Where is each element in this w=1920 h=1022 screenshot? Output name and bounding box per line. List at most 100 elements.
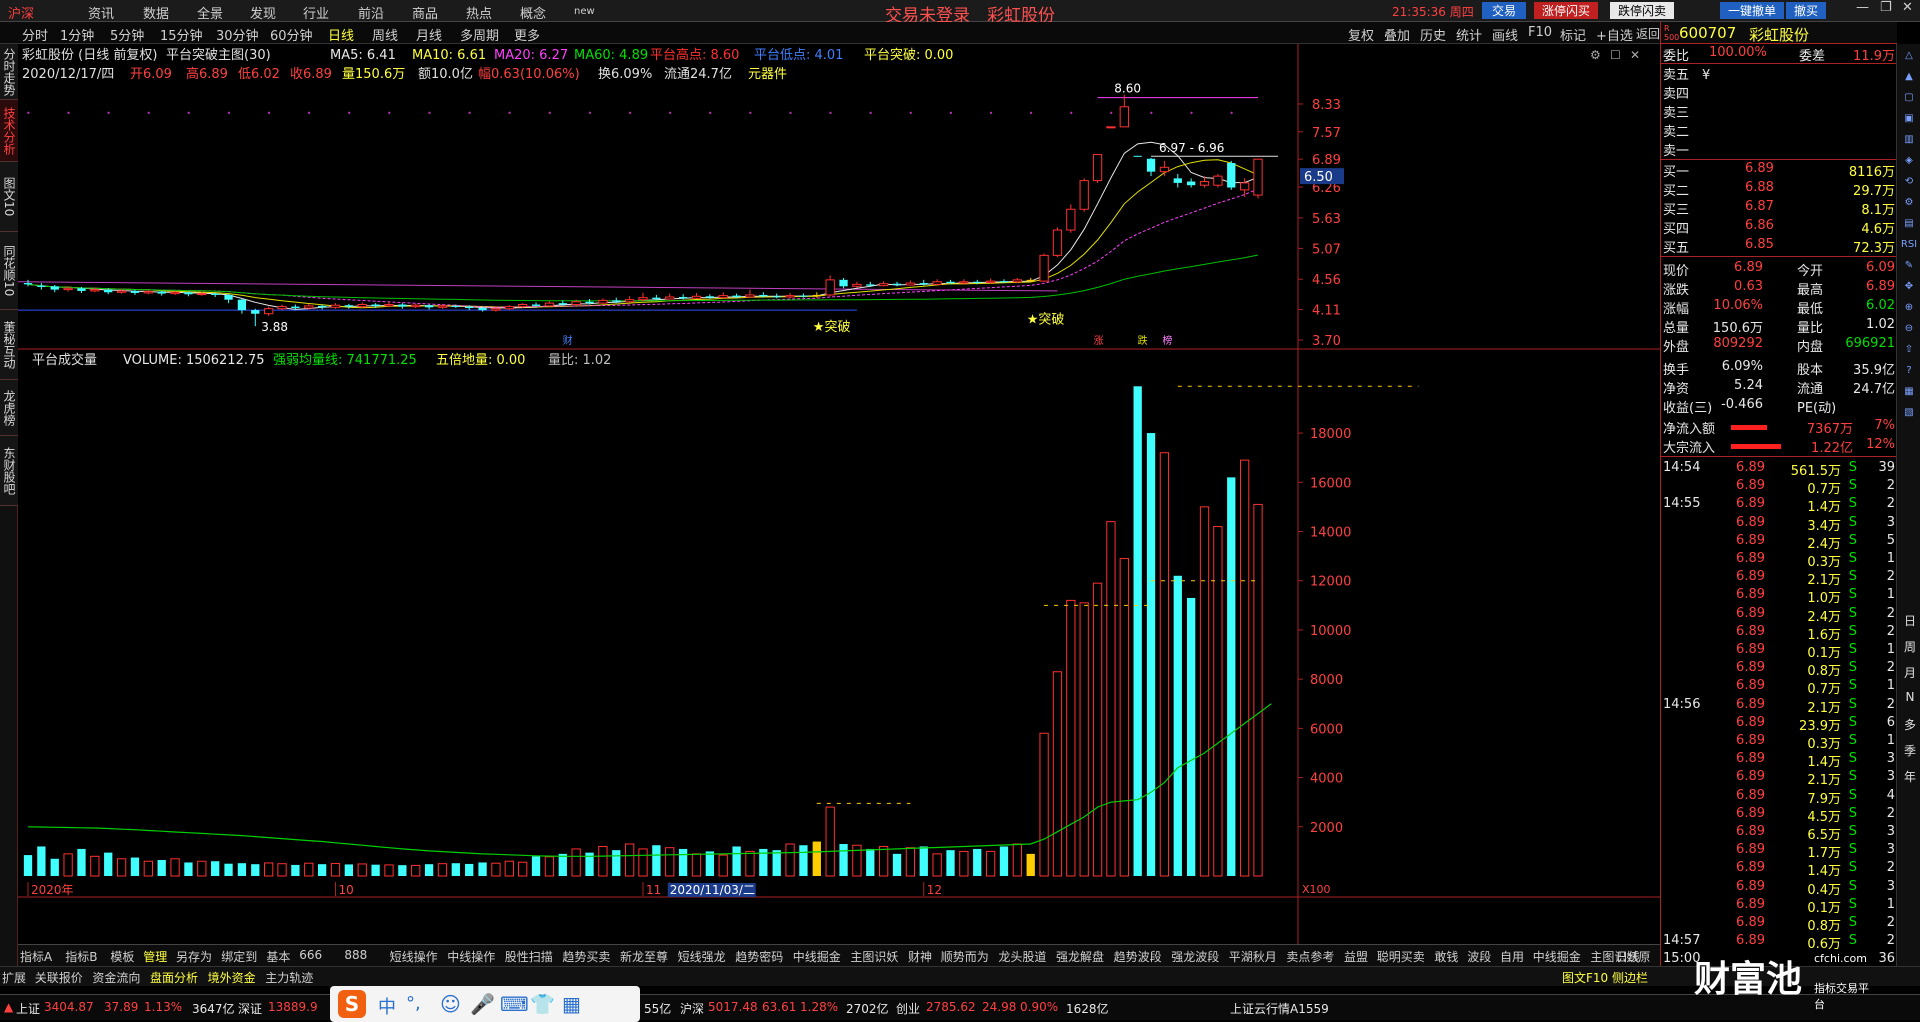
indicator-tab[interactable]: 趋势买卖: [562, 948, 610, 965]
indicator-tab[interactable]: 益盟: [1344, 948, 1368, 965]
chart-area[interactable]: 彩虹股份 (日线 前复权) 平台突破主图(30) MA5: 6.41 MA10:…: [17, 44, 1660, 944]
menu-item-news[interactable]: 资讯: [88, 3, 114, 22]
strip-tool-icon[interactable]: RSI: [1899, 239, 1919, 257]
menu-item-frontier[interactable]: 前沿: [358, 3, 384, 22]
indicator-tab[interactable]: 趋势密码: [735, 948, 783, 965]
indicator-tab[interactable]: 666: [299, 948, 322, 962]
extension-tab[interactable]: 盘面分析: [150, 969, 198, 986]
strip-period-6[interactable]: 年: [1901, 768, 1919, 785]
strip-tool-icon[interactable]: ◈: [1899, 155, 1919, 173]
strip-tool-icon[interactable]: ▦: [1899, 386, 1919, 404]
expand-icon[interactable]: ☐: [1610, 48, 1621, 62]
period-weekly[interactable]: 周线: [372, 25, 398, 44]
strip-tool-icon[interactable]: ✥: [1899, 281, 1919, 299]
indicator-tab[interactable]: 新龙至尊: [620, 948, 668, 965]
tool-back[interactable]: 返回: [1636, 25, 1660, 42]
cancel-buy-button[interactable]: 撤买: [1786, 2, 1827, 19]
indicator-tab[interactable]: 股性扫描: [505, 948, 553, 965]
tool-restore-rights[interactable]: 复权: [1348, 25, 1374, 44]
strip-tool-icon[interactable]: ▣: [1899, 113, 1919, 131]
voice-icon[interactable]: 🎤: [470, 992, 495, 1016]
left-tab-secretary[interactable]: 董秘互动: [0, 310, 18, 380]
strip-tool-icon[interactable]: ▥: [1899, 134, 1919, 152]
period-daily[interactable]: 日线: [328, 25, 354, 44]
menu-item-overview[interactable]: 全景: [197, 3, 223, 22]
strip-period-3[interactable]: N: [1901, 690, 1919, 704]
extension-tab[interactable]: 境外资金: [208, 969, 256, 986]
indicator-tab[interactable]: 财神: [908, 948, 932, 965]
indicator-tab[interactable]: 短线强龙: [678, 948, 726, 965]
tool-stats[interactable]: 统计: [1456, 25, 1482, 44]
period-more[interactable]: 更多: [514, 25, 540, 44]
indicator-tab[interactable]: 敢钱: [1434, 948, 1458, 965]
strip-period-5[interactable]: 季: [1901, 742, 1919, 759]
menu-item-hotspot[interactable]: 热点: [466, 3, 492, 22]
strip-tool-icon[interactable]: ⊖: [1899, 323, 1919, 341]
toolbox-icon[interactable]: ▦: [562, 992, 581, 1016]
strip-period-2[interactable]: 月: [1901, 664, 1919, 681]
strip-period-1[interactable]: 周: [1901, 638, 1919, 655]
indicator-tab[interactable]: 主图识妖: [850, 948, 898, 965]
ime-toolbar[interactable]: S 中 °, ☺ 🎤 ⌨ 👕 ▦: [330, 986, 640, 1022]
indicator-tab[interactable]: 指标A: [20, 948, 52, 965]
left-tab-graphic10[interactable]: 图文10: [0, 162, 18, 232]
strip-tool-icon[interactable]: ⇧: [1899, 344, 1919, 362]
strip-tool-icon[interactable]: ▤: [1899, 218, 1919, 236]
extension-tab[interactable]: 扩展: [2, 969, 26, 986]
indicator-tab[interactable]: 短线操作: [390, 948, 438, 965]
indicator-tab[interactable]: 中线操作: [447, 948, 495, 965]
menu-item-industry[interactable]: 行业: [303, 3, 329, 22]
menu-item-new[interactable]: new: [574, 6, 595, 17]
strip-tool-icon[interactable]: ✎: [1899, 260, 1919, 278]
maximize-icon[interactable]: ❐: [1880, 0, 1892, 15]
period-30min[interactable]: 30分钟: [216, 25, 259, 44]
settings-icon[interactable]: ⚙: [1590, 48, 1601, 62]
tool-add-watch[interactable]: +自选: [1596, 25, 1633, 44]
indicator-tab[interactable]: 绑定到: [221, 948, 257, 965]
indicator-tab[interactable]: 强龙解盘: [1056, 948, 1104, 965]
left-tab-dragon-tiger[interactable]: 龙虎榜: [0, 380, 18, 436]
close-panel-icon[interactable]: ✕: [1630, 48, 1640, 62]
strip-tool-icon[interactable]: ⚙: [1899, 197, 1919, 215]
indicator-tab[interactable]: 模板: [110, 948, 134, 965]
strip-tool-icon[interactable]: ⊕: [1899, 302, 1919, 320]
menu-item-concept[interactable]: 概念: [520, 3, 546, 22]
period-15min[interactable]: 15分钟: [160, 25, 203, 44]
left-tab-technical[interactable]: 技术分析: [0, 100, 18, 162]
tool-f10[interactable]: F10: [1528, 25, 1552, 40]
indicator-tab[interactable]: 波段: [1467, 948, 1491, 965]
menu-item-discover[interactable]: 发现: [250, 3, 276, 22]
ime-mode-icon[interactable]: 中: [378, 993, 396, 1019]
side-tab[interactable]: 侧边栏: [1612, 969, 1648, 986]
indicator-tab[interactable]: 中线掘金: [793, 948, 841, 965]
extension-tab[interactable]: 资金流向: [92, 969, 140, 986]
period-monthly[interactable]: 月线: [416, 25, 442, 44]
strip-tool-icon[interactable]: ⟲: [1899, 176, 1919, 194]
daily-tab[interactable]: 日线: [1616, 948, 1640, 965]
indicator-tab[interactable]: 顺势而为: [941, 948, 989, 965]
indicator-tab[interactable]: 指标B: [65, 948, 97, 965]
indicator-tab[interactable]: 自用: [1500, 948, 1524, 965]
indicator-tab[interactable]: 基本: [266, 948, 290, 965]
menu-item-commodity[interactable]: 商品: [412, 3, 438, 22]
period-multi[interactable]: 多周期: [460, 25, 499, 44]
left-tab-ths10[interactable]: 同花顺10: [0, 232, 18, 310]
extension-tab[interactable]: 主力轨迹: [265, 969, 313, 986]
chart-svg[interactable]: 彩虹股份 (日线 前复权) 平台突破主图(30) MA5: 6.41 MA10:…: [17, 44, 1660, 944]
strip-tool-icon[interactable]: ▧: [1899, 407, 1919, 425]
tool-history[interactable]: 历史: [1420, 25, 1446, 44]
strip-tool-icon[interactable]: △: [1899, 50, 1919, 68]
period-60min[interactable]: 60分钟: [270, 25, 313, 44]
strip-tool-icon[interactable]: ?: [1899, 365, 1919, 383]
strip-tool-icon[interactable]: ▢: [1899, 92, 1919, 110]
menu-item-hushen[interactable]: 沪深: [8, 3, 34, 22]
strip-tool-icon[interactable]: ▲: [1899, 71, 1919, 89]
indicator-tab[interactable]: 强龙波段: [1171, 948, 1219, 965]
strip-period-0[interactable]: 日: [1901, 612, 1919, 629]
emoji-icon[interactable]: ☺: [440, 992, 461, 1016]
cloud-quote-label[interactable]: 上证云行情A1559: [1230, 1000, 1329, 1017]
indicator-tab[interactable]: 另存为: [176, 948, 212, 965]
period-1min[interactable]: 1分钟: [60, 25, 94, 44]
period-5min[interactable]: 5分钟: [110, 25, 144, 44]
indicator-tab[interactable]: 管理: [143, 948, 167, 965]
